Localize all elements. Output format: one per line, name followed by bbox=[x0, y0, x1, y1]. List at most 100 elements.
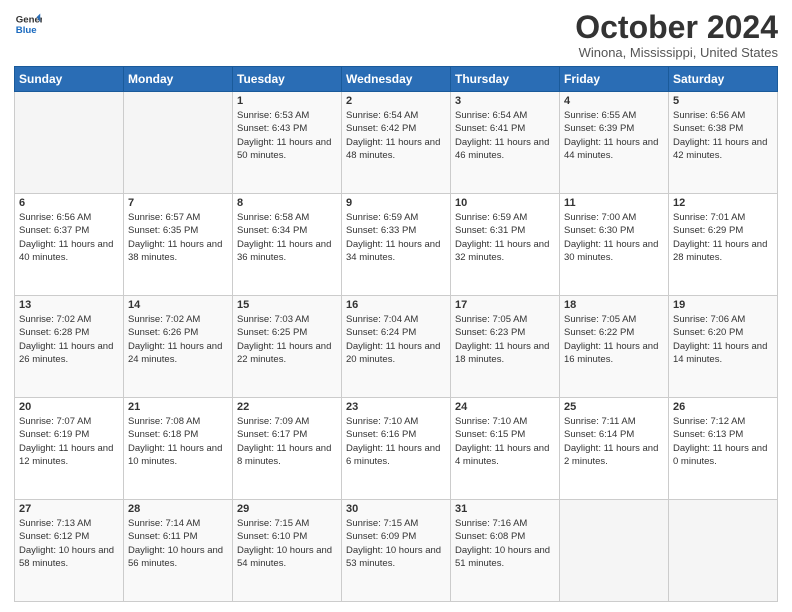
week-row-3: 13 Sunrise: 7:02 AMSunset: 6:28 PMDayligh… bbox=[15, 296, 778, 398]
day-number: 8 bbox=[237, 197, 337, 209]
day-info: Sunrise: 6:55 AMSunset: 6:39 PMDaylight:… bbox=[564, 109, 664, 162]
day-cell: 20 Sunrise: 7:07 AMSunset: 6:19 PMDayligh… bbox=[15, 398, 124, 500]
day-info: Sunrise: 7:06 AMSunset: 6:20 PMDaylight:… bbox=[673, 313, 773, 366]
day-number: 9 bbox=[346, 197, 446, 209]
day-cell: 28Sunrise: 7:14 AMSunset: 6:11 PMDayligh… bbox=[124, 500, 233, 602]
day-number: 21 bbox=[128, 401, 228, 413]
day-cell bbox=[560, 500, 669, 602]
weekday-header-sunday: Sunday bbox=[15, 67, 124, 92]
day-cell: 29Sunrise: 7:15 AMSunset: 6:10 PMDayligh… bbox=[233, 500, 342, 602]
week-row-5: 27 Sunrise: 7:13 AMSunset: 6:12 PMDayligh… bbox=[15, 500, 778, 602]
day-number: 4 bbox=[564, 95, 664, 107]
logo-icon: General Blue bbox=[14, 10, 42, 38]
day-cell: 10 Sunrise: 6:59 AMSunset: 6:31 PMDayligh… bbox=[451, 194, 560, 296]
day-info: Sunrise: 7:13 AMSunset: 6:12 PMDaylight:… bbox=[19, 517, 119, 570]
day-info: Sunrise: 6:56 AMSunset: 6:38 PMDaylight:… bbox=[673, 109, 773, 162]
day-number: 16 bbox=[346, 299, 446, 311]
day-number: 28 bbox=[128, 503, 228, 515]
day-number: 13 bbox=[19, 299, 119, 311]
day-cell: 2 Sunrise: 6:54 AMSunset: 6:42 PMDaylight… bbox=[342, 92, 451, 194]
day-number: 19 bbox=[673, 299, 773, 311]
day-info: Sunrise: 7:09 AMSunset: 6:17 PMDaylight:… bbox=[237, 415, 337, 468]
day-number: 5 bbox=[673, 95, 773, 107]
day-cell bbox=[124, 92, 233, 194]
header: General Blue October 2024 Winona, Missis… bbox=[14, 10, 778, 60]
day-cell: 5 Sunrise: 6:56 AMSunset: 6:38 PMDaylight… bbox=[669, 92, 778, 194]
day-cell: 9Sunrise: 6:59 AMSunset: 6:33 PMDaylight… bbox=[342, 194, 451, 296]
day-cell: 19 Sunrise: 7:06 AMSunset: 6:20 PMDayligh… bbox=[669, 296, 778, 398]
day-cell: 23 Sunrise: 7:10 AMSunset: 6:16 PMDayligh… bbox=[342, 398, 451, 500]
day-cell: 1 Sunrise: 6:53 AMSunset: 6:43 PMDaylight… bbox=[233, 92, 342, 194]
day-number: 25 bbox=[564, 401, 664, 413]
day-number: 11 bbox=[564, 197, 664, 209]
day-info: Sunrise: 7:05 AMSunset: 6:23 PMDaylight:… bbox=[455, 313, 555, 366]
day-cell: 21 Sunrise: 7:08 AMSunset: 6:18 PMDayligh… bbox=[124, 398, 233, 500]
day-number: 12 bbox=[673, 197, 773, 209]
month-title: October 2024 bbox=[575, 10, 778, 45]
day-info: Sunrise: 7:12 AMSunset: 6:13 PMDaylight:… bbox=[673, 415, 773, 468]
day-info: Sunrise: 7:02 AMSunset: 6:26 PMDaylight:… bbox=[128, 313, 228, 366]
page-container: General Blue October 2024 Winona, Missis… bbox=[0, 0, 792, 612]
weekday-header-tuesday: Tuesday bbox=[233, 67, 342, 92]
day-cell: 24 Sunrise: 7:10 AMSunset: 6:15 PMDayligh… bbox=[451, 398, 560, 500]
weekday-header-friday: Friday bbox=[560, 67, 669, 92]
day-info: Sunrise: 7:02 AMSunset: 6:28 PMDaylight:… bbox=[19, 313, 119, 366]
day-info: Sunrise: 6:54 AMSunset: 6:41 PMDaylight:… bbox=[455, 109, 555, 162]
logo: General Blue bbox=[14, 10, 42, 38]
day-info: Sunrise: 6:57 AMSunset: 6:35 PMDaylight:… bbox=[128, 211, 228, 264]
day-cell: 13 Sunrise: 7:02 AMSunset: 6:28 PMDayligh… bbox=[15, 296, 124, 398]
day-cell: 15 Sunrise: 7:03 AMSunset: 6:25 PMDayligh… bbox=[233, 296, 342, 398]
day-info: Sunrise: 7:07 AMSunset: 6:19 PMDaylight:… bbox=[19, 415, 119, 468]
day-number: 14 bbox=[128, 299, 228, 311]
week-row-2: 6Sunrise: 6:56 AMSunset: 6:37 PMDaylight… bbox=[15, 194, 778, 296]
day-number: 26 bbox=[673, 401, 773, 413]
day-info: Sunrise: 6:59 AMSunset: 6:31 PMDaylight:… bbox=[455, 211, 555, 264]
day-info: Sunrise: 7:08 AMSunset: 6:18 PMDaylight:… bbox=[128, 415, 228, 468]
day-info: Sunrise: 7:15 AMSunset: 6:10 PMDaylight:… bbox=[237, 517, 337, 570]
weekday-header-thursday: Thursday bbox=[451, 67, 560, 92]
day-cell: 18Sunrise: 7:05 AMSunset: 6:22 PMDayligh… bbox=[560, 296, 669, 398]
day-number: 20 bbox=[19, 401, 119, 413]
day-number: 6 bbox=[19, 197, 119, 209]
location: Winona, Mississippi, United States bbox=[575, 45, 778, 60]
day-info: Sunrise: 7:10 AMSunset: 6:15 PMDaylight:… bbox=[455, 415, 555, 468]
day-number: 23 bbox=[346, 401, 446, 413]
svg-text:Blue: Blue bbox=[16, 25, 37, 36]
day-number: 10 bbox=[455, 197, 555, 209]
day-cell: 3Sunrise: 6:54 AMSunset: 6:41 PMDaylight… bbox=[451, 92, 560, 194]
day-cell: 16 Sunrise: 7:04 AMSunset: 6:24 PMDayligh… bbox=[342, 296, 451, 398]
day-info: Sunrise: 7:00 AMSunset: 6:30 PMDaylight:… bbox=[564, 211, 664, 264]
day-cell: 7 Sunrise: 6:57 AMSunset: 6:35 PMDaylight… bbox=[124, 194, 233, 296]
day-number: 2 bbox=[346, 95, 446, 107]
day-number: 22 bbox=[237, 401, 337, 413]
day-number: 15 bbox=[237, 299, 337, 311]
day-info: Sunrise: 7:15 AMSunset: 6:09 PMDaylight:… bbox=[346, 517, 446, 570]
day-number: 1 bbox=[237, 95, 337, 107]
week-row-4: 20 Sunrise: 7:07 AMSunset: 6:19 PMDayligh… bbox=[15, 398, 778, 500]
day-info: Sunrise: 7:03 AMSunset: 6:25 PMDaylight:… bbox=[237, 313, 337, 366]
day-cell: 4 Sunrise: 6:55 AMSunset: 6:39 PMDaylight… bbox=[560, 92, 669, 194]
weekday-header-saturday: Saturday bbox=[669, 67, 778, 92]
weekday-header-row: SundayMondayTuesdayWednesdayThursdayFrid… bbox=[15, 67, 778, 92]
day-number: 7 bbox=[128, 197, 228, 209]
weekday-header-wednesday: Wednesday bbox=[342, 67, 451, 92]
day-number: 31 bbox=[455, 503, 555, 515]
day-cell: 25Sunrise: 7:11 AMSunset: 6:14 PMDayligh… bbox=[560, 398, 669, 500]
day-info: Sunrise: 7:04 AMSunset: 6:24 PMDaylight:… bbox=[346, 313, 446, 366]
day-cell: 6Sunrise: 6:56 AMSunset: 6:37 PMDaylight… bbox=[15, 194, 124, 296]
day-number: 17 bbox=[455, 299, 555, 311]
day-info: Sunrise: 6:54 AMSunset: 6:42 PMDaylight:… bbox=[346, 109, 446, 162]
day-cell: 27 Sunrise: 7:13 AMSunset: 6:12 PMDayligh… bbox=[15, 500, 124, 602]
day-cell: 14 Sunrise: 7:02 AMSunset: 6:26 PMDayligh… bbox=[124, 296, 233, 398]
day-number: 27 bbox=[19, 503, 119, 515]
day-number: 24 bbox=[455, 401, 555, 413]
day-cell: 12Sunrise: 7:01 AMSunset: 6:29 PMDayligh… bbox=[669, 194, 778, 296]
day-cell: 17 Sunrise: 7:05 AMSunset: 6:23 PMDayligh… bbox=[451, 296, 560, 398]
week-row-1: 1 Sunrise: 6:53 AMSunset: 6:43 PMDaylight… bbox=[15, 92, 778, 194]
day-info: Sunrise: 7:05 AMSunset: 6:22 PMDaylight:… bbox=[564, 313, 664, 366]
day-info: Sunrise: 7:10 AMSunset: 6:16 PMDaylight:… bbox=[346, 415, 446, 468]
day-info: Sunrise: 6:53 AMSunset: 6:43 PMDaylight:… bbox=[237, 109, 337, 162]
day-cell: 8Sunrise: 6:58 AMSunset: 6:34 PMDaylight… bbox=[233, 194, 342, 296]
day-cell: 30Sunrise: 7:15 AMSunset: 6:09 PMDayligh… bbox=[342, 500, 451, 602]
calendar-table: SundayMondayTuesdayWednesdayThursdayFrid… bbox=[14, 66, 778, 602]
